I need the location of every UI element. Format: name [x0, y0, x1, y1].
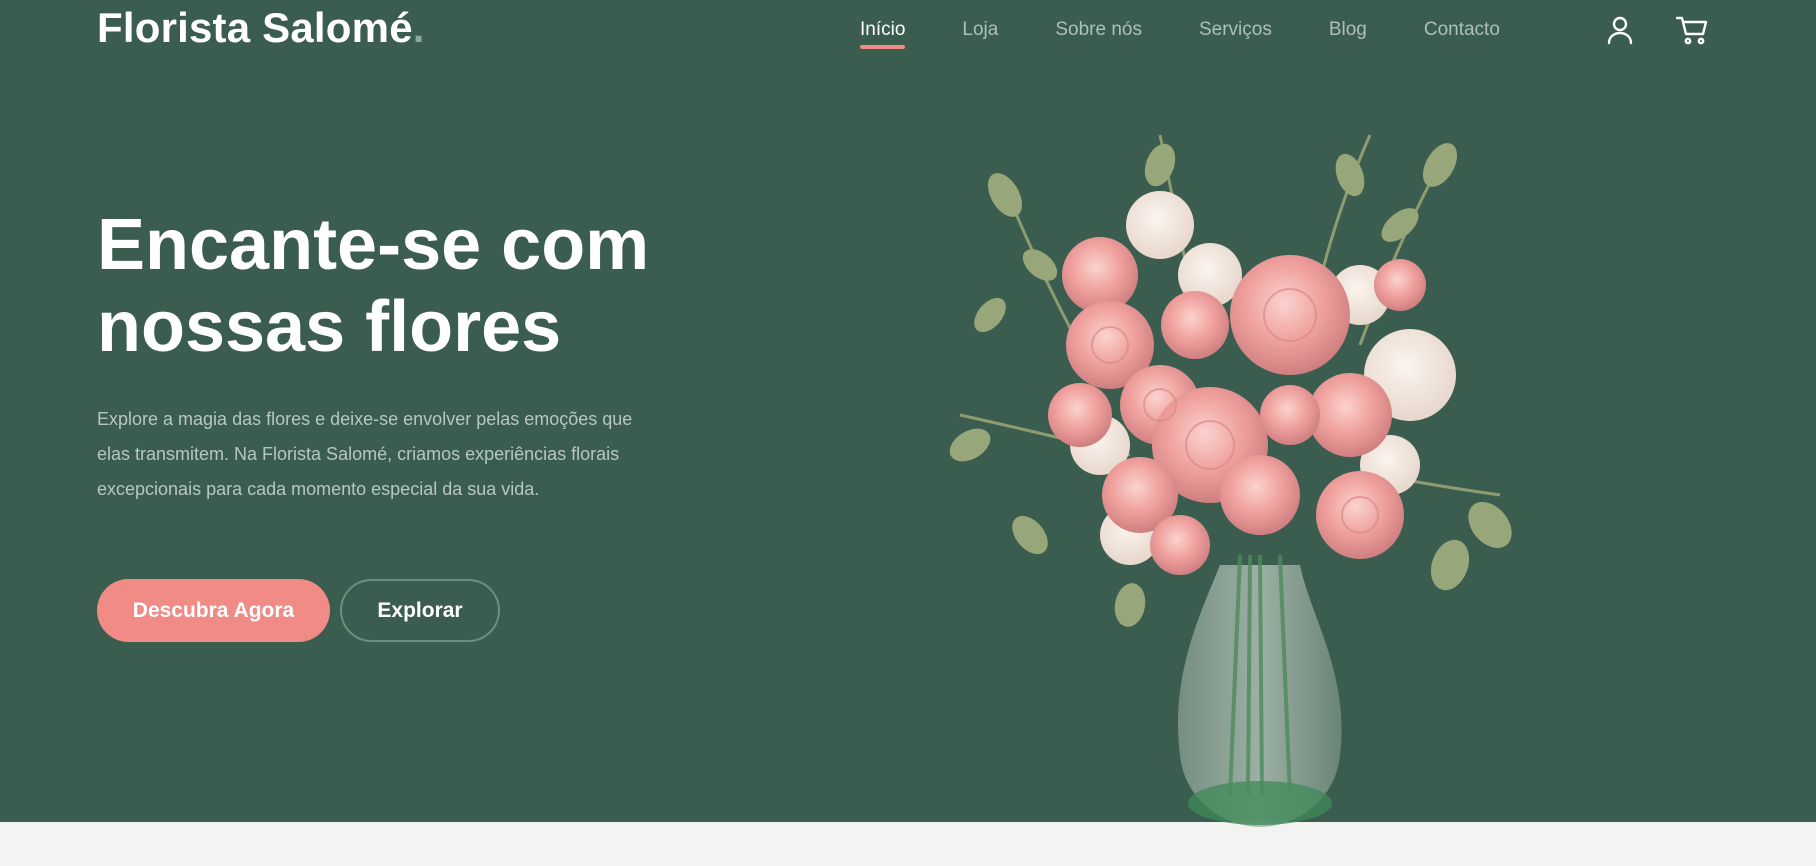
nav-item-contacto[interactable]: Contacto: [1424, 16, 1500, 55]
header-icons: [1604, 12, 1708, 48]
discover-now-button[interactable]: Descubra Agora: [97, 579, 330, 642]
main-nav: Início Loja Sobre nós Serviços Blog Cont…: [860, 16, 1500, 55]
nav-item-blog[interactable]: Blog: [1329, 16, 1367, 55]
nav-item-label: Blog: [1328, 19, 1367, 40]
user-icon[interactable]: [1604, 12, 1636, 48]
hero-section: Florista Salomé. Início Loja Sobre nós S…: [0, 0, 1816, 827]
nav-item-label: Início: [860, 19, 906, 40]
hero-lead-text: Explore a magia das flores e deixe-se en…: [97, 409, 633, 499]
active-indicator: [860, 45, 906, 49]
nav-item-loja[interactable]: Loja: [962, 16, 998, 55]
brand-dot: .: [412, 4, 425, 51]
nav-item-label: Contacto: [1423, 19, 1500, 40]
nav-item-sobre-nos[interactable]: Sobre nós: [1055, 16, 1142, 55]
cart-icon[interactable]: [1676, 12, 1708, 48]
headline-line-1: Encante-se com: [97, 205, 650, 285]
brand-name: Florista Salomé: [97, 4, 413, 51]
nav-item-servicos[interactable]: Serviços: [1199, 16, 1272, 55]
headline-line-2: nossas flores: [97, 287, 562, 367]
nav-item-label: Serviços: [1198, 19, 1272, 40]
nav-item-label: Loja: [962, 19, 999, 40]
explore-button[interactable]: Explorar: [340, 579, 500, 642]
hero-headline: Encante-se com nossas flores: [97, 204, 797, 368]
brand-logo[interactable]: Florista Salomé.: [97, 4, 425, 52]
nav-item-inicio[interactable]: Início: [860, 16, 906, 55]
flower-vase-image: [949, 134, 1512, 827]
nav-item-label: Sobre nós: [1055, 19, 1142, 40]
